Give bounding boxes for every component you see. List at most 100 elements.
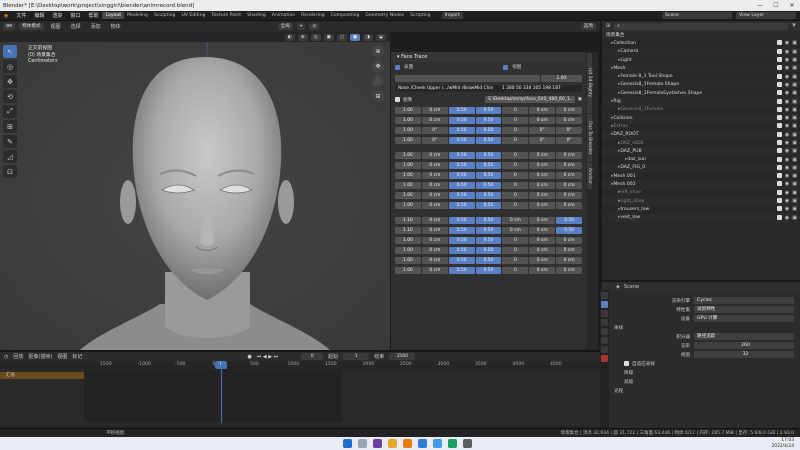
trace-field[interactable]: 0 [502,192,529,199]
outliner-toggles[interactable]: ◉ ▣ [776,90,800,96]
camera-icon[interactable]: ▣ [792,148,797,154]
exclude-checkbox[interactable] [776,48,782,54]
trace-field[interactable]: 0 [502,182,529,189]
camera-icon[interactable]: ▣ [792,132,797,138]
trace-field[interactable]: 0 cm [421,162,448,169]
outliner-item[interactable]: ▸ left_shoe ◉ ▣ [602,189,800,197]
landmark-values[interactable]: 1 280 50 334 105 198 187 [499,85,582,92]
record-button[interactable]: ● [247,354,251,360]
timeline-menu-view[interactable]: 视图 [57,353,67,360]
exclude-checkbox[interactable] [776,81,782,87]
store-icon[interactable] [433,439,442,448]
trace-field[interactable]: 0 cm [556,117,583,124]
exclude-checkbox[interactable] [776,73,782,79]
panel-header[interactable]: ▾ Face Trace [391,52,586,62]
eye-icon[interactable]: ◉ [785,115,789,121]
tab-anchor[interactable]: Anchor [587,163,592,189]
shading-rendered-icon[interactable]: ◒ [375,33,386,41]
trace-field[interactable]: 0 cm [556,192,583,199]
trace-field[interactable]: 0.50 [448,202,475,209]
trace-field[interactable]: 0 cm [529,247,556,254]
shading-wireframe-icon[interactable]: ○ [336,33,347,41]
outliner-funnel-icon[interactable]: ⧩ [792,23,796,29]
trace-field[interactable]: 0 cm [529,162,556,169]
outliner-item[interactable]: ▸ Genesis8_1Female.Shape ◉ ▣ [602,80,800,90]
exclude-checkbox[interactable] [776,131,782,137]
view-layer-selector[interactable]: View Layer [736,12,796,19]
exclude-checkbox[interactable] [776,181,782,187]
trace-field[interactable]: 0.50 [475,107,502,114]
adaptive-checkbox[interactable] [624,361,629,366]
workspace-tab-modeling[interactable]: Modeling [124,12,151,19]
outliner-toggles[interactable]: ◉ ▣ [776,98,800,105]
surface-checkbox[interactable] [395,64,400,70]
exclude-checkbox[interactable] [776,148,782,154]
outliner-item[interactable]: ▸ Rig ◉ ▣ [602,97,800,106]
trace-field[interactable]: 0.50 [475,237,502,244]
outliner-toggles[interactable]: ◉ ▣ [776,48,800,55]
camera-icon[interactable]: ▣ [792,90,797,96]
camera-icon[interactable]: ▣ [792,115,797,121]
world-tab-icon[interactable] [601,337,608,344]
outliner-item[interactable]: ▸ Collection ◉ ▣ [602,39,800,47]
transform-tool-icon[interactable]: ⊞ [3,120,17,133]
blender-logo-icon[interactable]: ◉ [0,13,12,19]
trace-field[interactable]: 0.50 [475,172,502,179]
outliner-toggles[interactable]: ◉ ▣ [776,189,800,196]
timeline-menu-keying[interactable]: 抠像(插帧) [28,353,52,360]
trace-field[interactable]: 1.00 [395,152,421,159]
render-tab-icon[interactable] [601,301,608,308]
camera-icon[interactable]: ▣ [792,215,797,221]
trace-field[interactable]: 0.50 [475,152,502,159]
workspace-tab-texture-paint[interactable]: Texture Paint [208,12,244,19]
trace-field[interactable]: 0 [502,117,529,124]
eye-icon[interactable]: ◉ [785,165,789,171]
image-checkbox[interactable] [395,97,400,102]
trace-field[interactable]: 1.00 [395,192,421,199]
trace-field[interactable]: 0 cm [421,152,448,159]
trace-field[interactable]: 1.00 [395,257,421,264]
menu-object[interactable]: 物体 [108,23,124,30]
exclude-checkbox[interactable] [776,98,782,104]
trace-field[interactable]: 1.00 [395,182,421,189]
eye-icon[interactable]: ◉ [785,49,789,55]
trace-field[interactable]: 0 cm [421,202,448,209]
tab-ud3d[interactable]: Ud 3d Bighty [587,53,592,113]
outliner-root[interactable]: 场景集合 [602,31,800,40]
trace-field[interactable]: 1.00 [395,162,421,169]
end-frame-field[interactable]: 3560 [389,353,416,360]
trace-field[interactable]: 0 cm [556,172,583,179]
trace-field[interactable]: 1.00 [395,267,421,274]
trace-field[interactable]: 0 [502,267,529,274]
terminal-icon[interactable] [463,439,472,448]
snap-button[interactable]: ⌖ [296,23,306,30]
denoise-section[interactable]: 降噪 [624,370,633,376]
menu-file[interactable]: 文件 [12,12,30,19]
exclude-checkbox[interactable] [776,189,782,195]
trace-field[interactable]: 0 cm [556,152,583,159]
camera-view-icon[interactable]: 🎥 [372,75,384,87]
trace-field[interactable]: 0.50 [475,217,502,224]
annotate-tool-icon[interactable]: ✎ [3,135,17,148]
workspace-tab-uv-editing[interactable]: UV Editing [178,12,208,19]
visibility-icon[interactable]: ◐ [284,33,295,41]
outliner-item[interactable]: ▸ Camera ◉ ▣ [602,47,800,56]
workspace-tab-shading[interactable]: Shading [244,12,269,19]
import-button[interactable]: Import [441,12,463,19]
trace-field[interactable]: 0.50 [475,227,502,234]
output-tab-icon[interactable] [601,310,608,317]
workspace-tab-geometry-nodes[interactable]: Geometry Nodes [362,12,407,19]
image-path-field[interactable]: E:\Desktop\temp\face_640_480_60_1... [485,96,575,103]
trace-field[interactable]: 0.50 [475,127,502,134]
viewport-samples-field[interactable]: 32 [694,351,794,358]
texture-tab-icon[interactable] [601,355,608,362]
camera-icon[interactable]: ▣ [792,57,797,63]
ortho-toggle-icon[interactable]: ⊞ [372,90,384,102]
eye-icon[interactable]: ◉ [785,107,789,113]
outliner-toggles[interactable]: ◉ ▣ [776,131,800,138]
trace-field[interactable]: 0 cm [529,152,556,159]
trace-field[interactable]: 0 cm [421,227,448,234]
trace-field[interactable]: 0° [556,137,583,144]
playback-controls[interactable]: ⏮ ◀ ▶ ⏭ [257,354,278,360]
menu-view[interactable]: 视图 [48,23,64,30]
